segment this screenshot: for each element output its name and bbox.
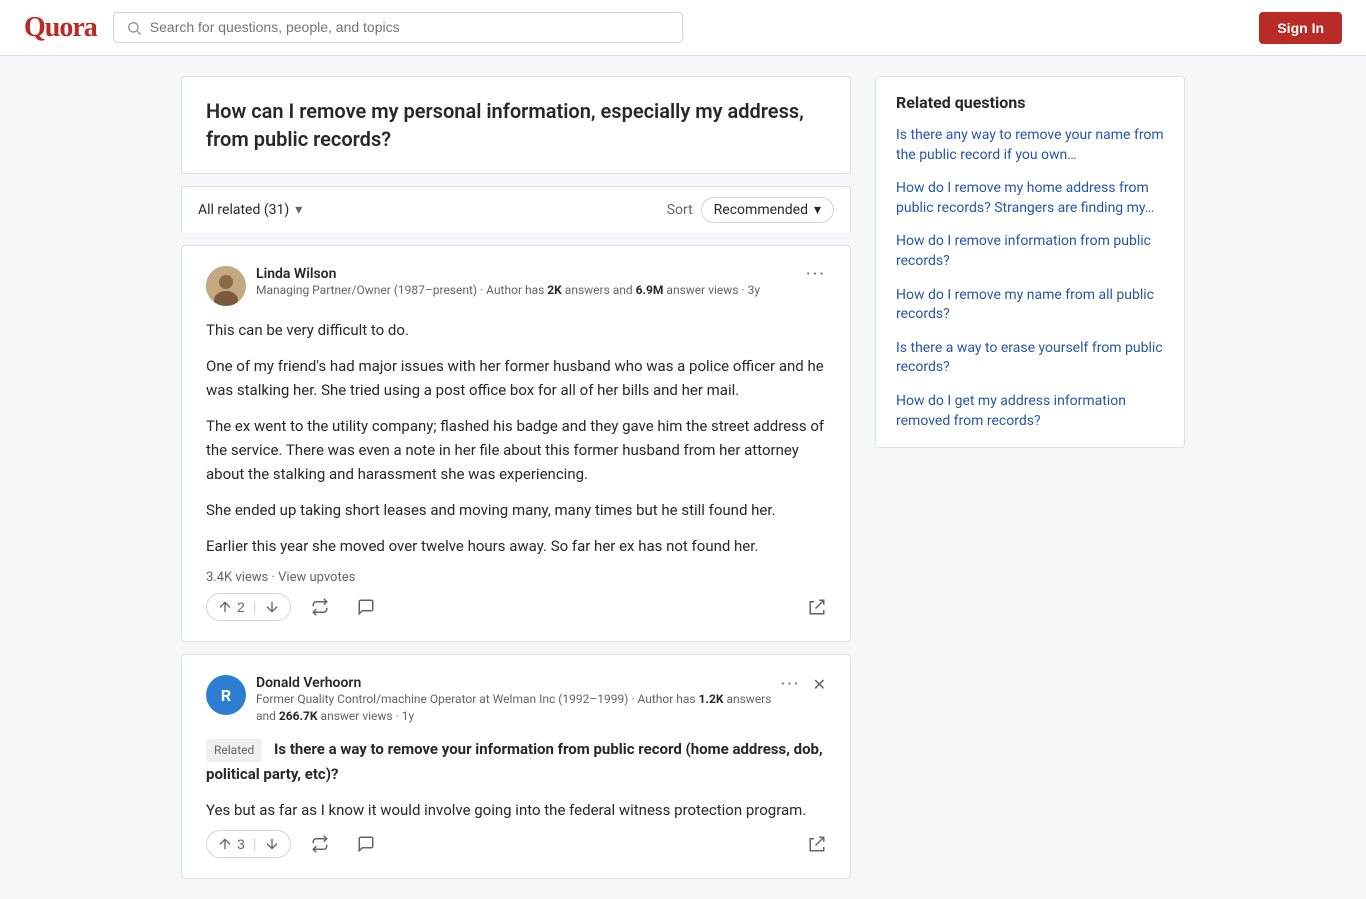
upvote-count: 3	[237, 836, 245, 852]
author-name: Linda Wilson	[256, 266, 760, 282]
chevron-down-icon: ▾	[814, 202, 821, 218]
logo: Quora	[24, 12, 97, 44]
search-icon	[126, 19, 142, 35]
question-title: How can I remove my personal information…	[206, 97, 826, 153]
search-bar[interactable]	[113, 12, 683, 42]
related-questions-card: Related questions Is there any way to re…	[875, 76, 1185, 448]
related-question-link[interactable]: How do I remove my name from all public …	[896, 286, 1164, 325]
answer-paragraph: One of my friend's had major issues with…	[206, 354, 826, 402]
downvote-button[interactable]	[264, 836, 280, 852]
author-info: R Donald Verhoorn Former Quality Control…	[206, 675, 780, 725]
author-meta: Former Quality Control/machine Operator …	[256, 691, 780, 725]
all-related-label: All related (31)	[198, 202, 289, 218]
sort-container: Sort Recommended ▾	[667, 197, 834, 223]
action-left: 3 |	[206, 830, 383, 858]
answer-header: Linda Wilson Managing Partner/Owner (198…	[206, 266, 826, 306]
action-bar: 2 |	[206, 593, 826, 621]
related-question-link[interactable]: Is there a way to erase yourself from pu…	[896, 339, 1164, 378]
reshare-button[interactable]	[303, 594, 337, 620]
sort-label: Sort	[667, 202, 693, 218]
related-question-text: Is there a way to remove your informatio…	[206, 740, 823, 783]
related-question-link[interactable]: Is there any way to remove your name fro…	[896, 126, 1164, 165]
answer-actions-top: ···	[806, 266, 826, 284]
answer-text: Related Is there a way to remove your in…	[206, 737, 826, 822]
upvote-button[interactable]: 3	[217, 836, 245, 852]
downvote-button[interactable]	[264, 599, 280, 615]
author-details: Donald Verhoorn Former Quality Control/m…	[256, 675, 780, 725]
related-question-label: Related Is there a way to remove your in…	[206, 737, 826, 786]
search-input[interactable]	[150, 19, 670, 35]
avatar	[206, 266, 246, 306]
avatar: R	[206, 675, 246, 715]
action-left: 2 |	[206, 593, 383, 621]
share-icon	[808, 835, 826, 853]
reshare-button[interactable]	[303, 831, 337, 857]
author-name: Donald Verhoorn	[256, 675, 780, 691]
main-content: How can I remove my personal information…	[181, 76, 851, 879]
answer-paragraph: Yes but as far as I know it would involv…	[206, 798, 826, 822]
related-question-link[interactable]: How do I remove information from public …	[896, 232, 1164, 271]
all-related-dropdown[interactable]: All related (31) ▾	[198, 202, 302, 218]
sidebar-title: Related questions	[896, 93, 1164, 112]
share-icon	[808, 598, 826, 616]
sort-dropdown[interactable]: Recommended ▾	[701, 197, 834, 223]
share-button[interactable]	[808, 598, 826, 616]
comment-button[interactable]	[349, 594, 383, 620]
sidebar: Related questions Is there any way to re…	[875, 76, 1185, 879]
question-card: How can I remove my personal information…	[181, 76, 851, 174]
answer-stats: 3.4K views · View upvotes	[206, 570, 826, 585]
more-options-icon[interactable]: ···	[780, 676, 800, 694]
author-details: Linda Wilson Managing Partner/Owner (198…	[256, 266, 760, 299]
answers-header: All related (31) ▾ Sort Recommended ▾	[181, 186, 851, 233]
related-tag: Related	[206, 739, 262, 762]
close-icon[interactable]: ✕	[813, 675, 826, 694]
downvote-icon	[264, 836, 280, 852]
downvote-icon	[264, 599, 280, 615]
answer-header: R Donald Verhoorn Former Quality Control…	[206, 675, 826, 725]
more-options-icon[interactable]: ···	[806, 266, 826, 284]
answer-actions-top: ··· ✕	[780, 675, 826, 694]
reshare-icon	[311, 598, 329, 616]
avatar-image	[206, 266, 246, 306]
chevron-down-icon: ▾	[295, 202, 302, 218]
answer-text: This can be very difficult to do. One of…	[206, 318, 826, 558]
answer-paragraph: The ex went to the utility company; flas…	[206, 414, 826, 486]
author-meta: Managing Partner/Owner (1987–present) · …	[256, 282, 760, 299]
related-question-link[interactable]: How do I get my address information remo…	[896, 392, 1164, 431]
answer-paragraph: This can be very difficult to do.	[206, 318, 826, 342]
related-question-link[interactable]: How do I remove my home address from pub…	[896, 179, 1164, 218]
answer-card: R Donald Verhoorn Former Quality Control…	[181, 654, 851, 879]
answer-paragraph: Earlier this year she moved over twelve …	[206, 534, 826, 558]
comment-icon	[357, 835, 375, 853]
recommended-label: Recommended	[714, 202, 808, 218]
view-upvotes-link[interactable]: View upvotes	[278, 570, 355, 585]
answer-paragraph: She ended up taking short leases and mov…	[206, 498, 826, 522]
comment-icon	[357, 598, 375, 616]
upvote-icon	[217, 599, 233, 615]
author-info: Linda Wilson Managing Partner/Owner (198…	[206, 266, 760, 306]
comment-button[interactable]	[349, 831, 383, 857]
avatar-letter: R	[221, 686, 231, 705]
page-layout: How can I remove my personal information…	[83, 56, 1283, 899]
share-button[interactable]	[808, 835, 826, 853]
upvote-button[interactable]: 2	[217, 599, 245, 615]
action-bar: 3 |	[206, 830, 826, 858]
reshare-icon	[311, 835, 329, 853]
upvote-count: 2	[237, 599, 245, 615]
answer-card: Linda Wilson Managing Partner/Owner (198…	[181, 245, 851, 642]
sign-in-button[interactable]: Sign In	[1259, 12, 1342, 44]
vote-group: 2 |	[206, 593, 291, 621]
upvote-icon	[217, 836, 233, 852]
header: Quora Sign In	[0, 0, 1366, 56]
vote-group: 3 |	[206, 830, 291, 858]
